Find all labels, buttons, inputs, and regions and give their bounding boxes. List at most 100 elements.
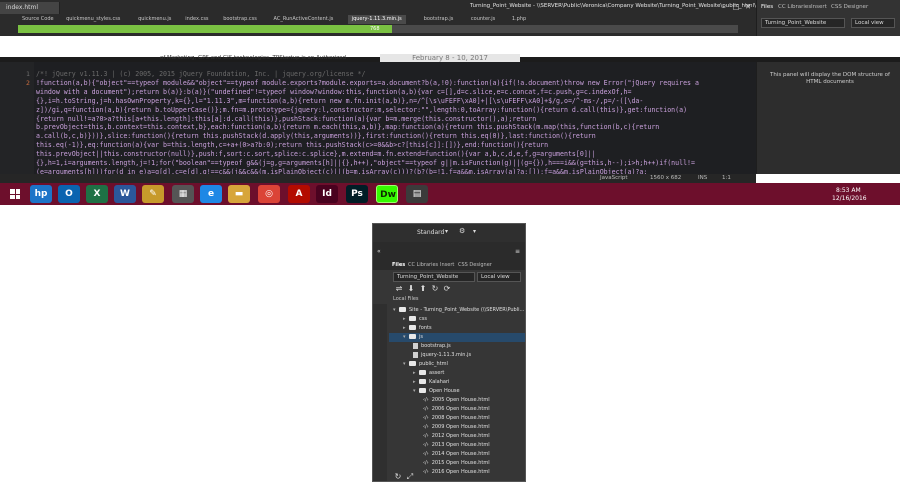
dreamweaver-icon[interactable]: Dw — [376, 185, 398, 203]
related-file-tab[interactable]: jquery-1.11.3.min.js — [347, 15, 406, 24]
file-row[interactable]: ‹/› 2008 Open House.html — [389, 414, 525, 423]
folder-icon — [399, 307, 406, 312]
file-row[interactable]: jquery-1.11.3.min.js — [389, 351, 525, 360]
chevron-down-icon[interactable]: ▾ — [445, 228, 448, 235]
file-row[interactable]: ‹/› 2012 Open House.html — [389, 432, 525, 441]
related-file-tab[interactable]: counter.js — [467, 15, 499, 24]
tab-files[interactable]: Files — [761, 4, 773, 10]
workspace-switcher[interactable]: Standard — [417, 229, 444, 236]
windows-start-icon[interactable] — [4, 185, 26, 203]
photoshop-icon[interactable]: Ps — [346, 185, 368, 203]
hp-icon-glyph: hp — [34, 189, 48, 199]
related-file-tab[interactable]: quickmenu.js — [134, 15, 175, 24]
tree-item-label: js — [419, 334, 423, 340]
language-indicator[interactable]: JavaScript — [600, 175, 628, 181]
calculator-icon[interactable]: ▦ — [172, 185, 194, 203]
stickynotes-icon[interactable]: ✎ — [142, 185, 164, 203]
refresh-icon[interactable]: ↻ — [393, 472, 403, 481]
panel-menu-icon[interactable]: ≡ — [515, 248, 520, 255]
code-line[interactable]: {},i=h.toString,j=h.hasOwnProperty,k={},… — [36, 97, 643, 105]
file-row[interactable]: ‹/› 2013 Open House.html — [389, 441, 525, 450]
tab-insert[interactable]: Insert — [440, 262, 454, 268]
chevron-down-icon[interactable]: ▾ — [473, 228, 476, 235]
code-line[interactable]: b.prevObject=this,b.context=this.context… — [36, 123, 659, 131]
code-line[interactable]: {},h=1,i=arguments.length,j=!1;for("bool… — [36, 159, 695, 167]
acrobat-icon[interactable]: A — [288, 185, 310, 203]
tree-item-label: bootstrap.js — [421, 343, 451, 349]
put-files-icon[interactable]: ⬆ — [418, 284, 428, 294]
clock-date[interactable]: 12/16/2016 — [832, 195, 867, 202]
collapse-icon[interactable]: « — [377, 248, 381, 255]
folder-icon — [409, 334, 416, 339]
tree-item-label: 2006 Open House.html — [431, 406, 490, 412]
tab-css-designer[interactable]: CSS Designer — [831, 4, 868, 10]
site-select[interactable]: Turning_Point_Website — [761, 18, 845, 28]
refresh-icon[interactable]: ↻ — [430, 284, 440, 294]
gear-icon[interactable]: ⚙ — [459, 227, 465, 235]
related-file-tab[interactable]: AC_RunActiveContent.js — [270, 15, 338, 24]
minimize-icon[interactable]: – — [718, 2, 730, 12]
preview-text: of Marketing, GPS and GIS technologies. … — [160, 55, 346, 61]
explorer-icon[interactable]: ▬ — [228, 185, 250, 203]
file-row[interactable]: ‹/› 2014 Open House.html — [389, 450, 525, 459]
folder-row[interactable]: ▸ assert — [389, 369, 525, 378]
code-editor[interactable]: 1 2 /*! jQuery v1.11.3 | (c) 2005, 2015 … — [0, 62, 756, 174]
expand-icon[interactable]: ⤢ — [405, 472, 415, 481]
code-line[interactable]: window with a document");return b(a)}:b(… — [36, 88, 631, 96]
code-comment-line[interactable]: /*! jQuery v1.11.3 | (c) 2005, 2015 jQue… — [36, 70, 366, 78]
related-file-tab[interactable]: bootstrap.js — [420, 15, 458, 24]
hp-icon[interactable]: hp — [30, 185, 52, 203]
stickynotes-icon-glyph: ✎ — [149, 189, 157, 199]
close-icon[interactable]: ✕ — [742, 2, 754, 12]
view-select[interactable]: Local view — [477, 272, 521, 282]
get-files-icon[interactable]: ⬇ — [406, 284, 416, 294]
tab-insert[interactable]: Insert — [811, 4, 827, 10]
tab-files[interactable]: Files — [392, 262, 405, 268]
indesign-icon[interactable]: Id — [316, 185, 338, 203]
related-file-tab[interactable]: 1.php — [508, 15, 530, 24]
connect-icon[interactable]: ⇌ — [394, 284, 404, 294]
tree-item-label: Open House — [429, 388, 460, 394]
code-line[interactable]: {return null!=a?0>a?this[a+this.length]:… — [36, 115, 536, 123]
related-file-tab[interactable]: bootstrap.css — [219, 15, 261, 24]
word-icon[interactable]: W — [114, 185, 136, 203]
calculator-icon-glyph: ▦ — [178, 189, 188, 199]
related-file-tab[interactable]: quickmenu_styles.css — [62, 15, 124, 24]
document-tab[interactable]: index.html — [0, 2, 60, 14]
folder-row[interactable]: ▾ js — [389, 333, 525, 342]
folder-row[interactable]: ▸ fonts — [389, 324, 525, 333]
file-row[interactable]: bootstrap.js — [389, 342, 525, 351]
tab-css-designer[interactable]: CSS Designer — [458, 262, 492, 268]
file-row[interactable]: ‹/› 2005 Open House.html — [389, 396, 525, 405]
tree-item-label: 2013 Open House.html — [431, 442, 490, 448]
folder-row[interactable]: ▸ Kalahari — [389, 378, 525, 387]
file-row[interactable]: ‹/› 2009 Open House.html — [389, 423, 525, 432]
related-file-tab[interactable]: index.css — [181, 15, 212, 24]
code-line[interactable]: this.eq(-1)},eq:function(a){var b=this.l… — [36, 141, 548, 149]
file-row[interactable]: ‹/› 2006 Open House.html — [389, 405, 525, 414]
site-select[interactable]: Turning_Point_Website — [393, 272, 475, 282]
folder-row[interactable]: ▸ css — [389, 315, 525, 324]
code-line[interactable]: z])/gi,q=function(a,b){return b.toUpperC… — [36, 106, 687, 114]
tab-cc-libraries[interactable]: CC Libraries — [778, 4, 811, 10]
clock-time[interactable]: 8:53 AM — [836, 187, 861, 194]
ie-icon[interactable]: e — [200, 185, 222, 203]
folder-row[interactable]: ▾ Open House — [389, 387, 525, 396]
code-line[interactable]: !function(a,b){"object"==typeof module&&… — [36, 79, 699, 87]
files-panel: Standard ▾ ⚙ ▾ « ≡ Files CC Libraries In… — [372, 223, 526, 482]
folder-row[interactable]: ▾ Site - Turning_Point_Website (\\SERVER\… — [389, 306, 525, 315]
chrome-icon[interactable]: ◎ — [258, 185, 280, 203]
code-line[interactable]: a.call(b,c,b)}))},slice:function(){retur… — [36, 132, 596, 140]
app-icon[interactable]: ▤ — [406, 185, 428, 203]
outlook-icon[interactable]: O — [58, 185, 80, 203]
file-row[interactable]: ‹/› 2015 Open House.html — [389, 459, 525, 468]
excel-icon[interactable]: X — [86, 185, 108, 203]
sync-icon[interactable]: ⟳ — [442, 284, 452, 294]
folder-row[interactable]: ▾ public_html — [389, 360, 525, 369]
window-size-indicator[interactable]: 1560 x 682 — [650, 175, 681, 181]
related-file-tab[interactable]: Source Code — [18, 15, 58, 24]
code-line[interactable]: this.prevObject||this.constructor(null)}… — [36, 150, 596, 158]
maximize-icon[interactable]: □ — [730, 2, 742, 12]
view-select[interactable]: Local view — [851, 18, 895, 28]
tab-cc-libraries[interactable]: CC Libraries — [408, 262, 438, 268]
